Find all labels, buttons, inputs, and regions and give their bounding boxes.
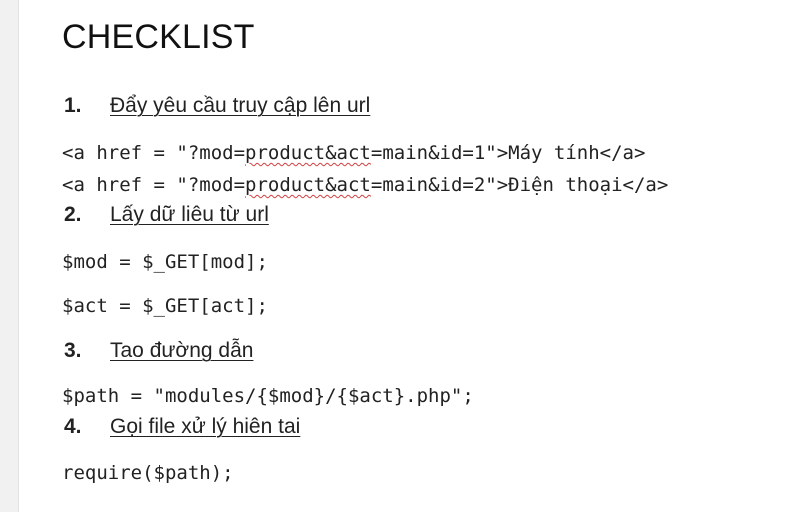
step-3: 3. Tao đường dẫn: [64, 339, 253, 363]
code-line-mod: $mod = $_GET[mod];: [62, 251, 268, 273]
step-text: Tao đường dẫn: [110, 339, 254, 362]
page-title: CHECKLIST: [62, 18, 255, 56]
code-line-require: require($path);: [62, 462, 234, 484]
code-line-link-2: <a href = "?mod=product&act=main&id=2">Đ…: [62, 174, 669, 196]
spellcheck-underline: product&act: [245, 174, 371, 196]
code-line-link-1: <a href = "?mod=product&act=main&id=1">M…: [62, 142, 646, 164]
step-number: 1.: [64, 94, 82, 117]
step-text: Gọi file xử lý hiên tai: [110, 415, 301, 438]
code-line-act: $act = $_GET[act];: [62, 295, 268, 317]
step-1: 1. Đẩy yêu cầu truy cập lên url: [64, 94, 370, 118]
step-2: 2. Lấy dữ liêu từ url: [64, 203, 269, 227]
spellcheck-underline: product&act: [245, 142, 371, 164]
step-4: 4. Gọi file xử lý hiên tai: [64, 415, 300, 439]
step-text: Đẩy yêu cầu truy cập lên url: [110, 94, 371, 117]
step-number: 2.: [64, 203, 82, 226]
document-page: CHECKLIST 1. Đẩy yêu cầu truy cập lên url…: [18, 0, 810, 512]
step-number: 3.: [64, 339, 82, 362]
code-line-path: $path = "modules/{$mod}/{$act}.php";: [62, 385, 474, 407]
step-number: 4.: [64, 415, 82, 438]
step-text: Lấy dữ liêu từ url: [110, 203, 269, 226]
